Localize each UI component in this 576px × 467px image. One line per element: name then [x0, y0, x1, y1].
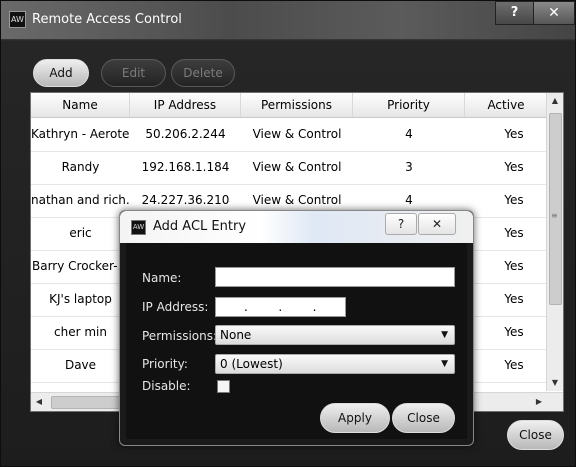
cell-ip-address: 50.206.2.244: [145, 127, 226, 141]
dialog-body: Name: IP Address: . . . Permissions: Non…: [126, 243, 467, 439]
cell-active: Yes: [504, 193, 524, 207]
column-header-active[interactable]: Active: [465, 93, 547, 117]
dialog-close-button[interactable]: Close: [392, 403, 455, 433]
scroll-up-arrow-icon[interactable]: ▲: [547, 93, 563, 109]
cell-permissions: View & Control: [252, 127, 342, 141]
close-button[interactable]: Close: [507, 420, 564, 450]
window-titlebar[interactable]: AW Remote Access Control ? ✕: [1, 1, 575, 39]
edit-button[interactable]: Edit: [101, 59, 166, 87]
chevron-down-icon: ▼: [441, 330, 448, 340]
name-field[interactable]: [215, 267, 455, 287]
vertical-scroll-thumb[interactable]: [549, 113, 562, 305]
column-header-priority[interactable]: Priority: [353, 93, 465, 117]
cell-name: KJ's laptop: [49, 292, 112, 306]
name-label: Name:: [142, 271, 182, 285]
add-button[interactable]: Add: [33, 59, 89, 87]
vertical-scrollbar[interactable]: ▲ ≡ ▼: [546, 93, 563, 391]
cell-name: nathan and rich...: [31, 193, 130, 207]
help-button[interactable]: ?: [495, 1, 534, 25]
app-icon: AW: [9, 11, 26, 28]
dialog-titlebar[interactable]: AW Add ACL Entry ? ✕: [120, 211, 473, 243]
cell-priority: 4: [405, 127, 413, 141]
dialog-title: Add ACL Entry: [153, 219, 247, 234]
column-header-ip-address[interactable]: IP Address: [130, 93, 241, 117]
priority-label: Priority:: [142, 357, 188, 371]
ip-address-value: . . .: [244, 300, 317, 314]
cell-active: Yes: [504, 292, 524, 306]
scroll-right-arrow-icon[interactable]: ▶: [531, 393, 547, 411]
scroll-left-arrow-icon[interactable]: ◀: [31, 393, 47, 411]
disable-checkbox[interactable]: [217, 380, 230, 393]
disable-label: Disable:: [142, 379, 191, 393]
column-header-permissions[interactable]: Permissions: [241, 93, 353, 117]
cell-active: Yes: [504, 259, 524, 273]
priority-selected-value: 0 (Lowest): [220, 357, 283, 371]
scroll-down-arrow-icon[interactable]: ▼: [547, 375, 563, 391]
cell-name: Dave: [64, 358, 97, 372]
table-row[interactable]: Kathryn - Aerotec 50.206.2.244 View & Co…: [31, 118, 547, 152]
cell-name: Kathryn - Aerotec: [31, 127, 130, 141]
permissions-dropdown[interactable]: None ▼: [215, 325, 455, 345]
ip-address-field[interactable]: . . .: [215, 297, 346, 317]
cell-permissions: View & Control: [252, 160, 342, 174]
priority-dropdown[interactable]: 0 (Lowest) ▼: [215, 354, 455, 374]
window-close-button[interactable]: ✕: [533, 1, 575, 25]
scroll-grip-icon: ≡: [551, 211, 558, 220]
cell-name: Barry Crocker-...: [32, 259, 129, 273]
dialog-close-x-button[interactable]: ✕: [418, 213, 456, 235]
cell-active: Yes: [504, 226, 524, 240]
table-header: Name IP Address Permissions Priority Act…: [31, 93, 547, 118]
cell-ip-address: 192.168.1.184: [141, 160, 230, 174]
window-title: Remote Access Control: [32, 12, 182, 27]
cell-name: eric: [69, 226, 92, 240]
apply-button[interactable]: Apply: [320, 403, 390, 433]
cell-priority: 3: [405, 160, 413, 174]
chevron-down-icon: ▼: [441, 359, 448, 369]
dialog-app-icon: AW: [131, 220, 146, 235]
ip-address-label: IP Address:: [142, 300, 209, 314]
cell-name: cher min: [54, 325, 107, 339]
cell-name: Randy: [61, 160, 100, 174]
cell-active: Yes: [504, 325, 524, 339]
dialog-help-button[interactable]: ?: [385, 213, 417, 235]
column-header-name[interactable]: Name: [31, 93, 130, 117]
permissions-selected-value: None: [220, 328, 252, 342]
cell-active: Yes: [504, 358, 524, 372]
cell-active: Yes: [504, 160, 524, 174]
table-row[interactable]: Randy 192.168.1.184 View & Control 3 Yes: [31, 151, 547, 185]
add-acl-entry-dialog: AW Add ACL Entry ? ✕ Name: IP Address: .…: [119, 210, 474, 446]
permissions-label: Permissions:: [142, 329, 218, 343]
cell-active: Yes: [504, 127, 524, 141]
delete-button[interactable]: Delete: [171, 59, 235, 87]
